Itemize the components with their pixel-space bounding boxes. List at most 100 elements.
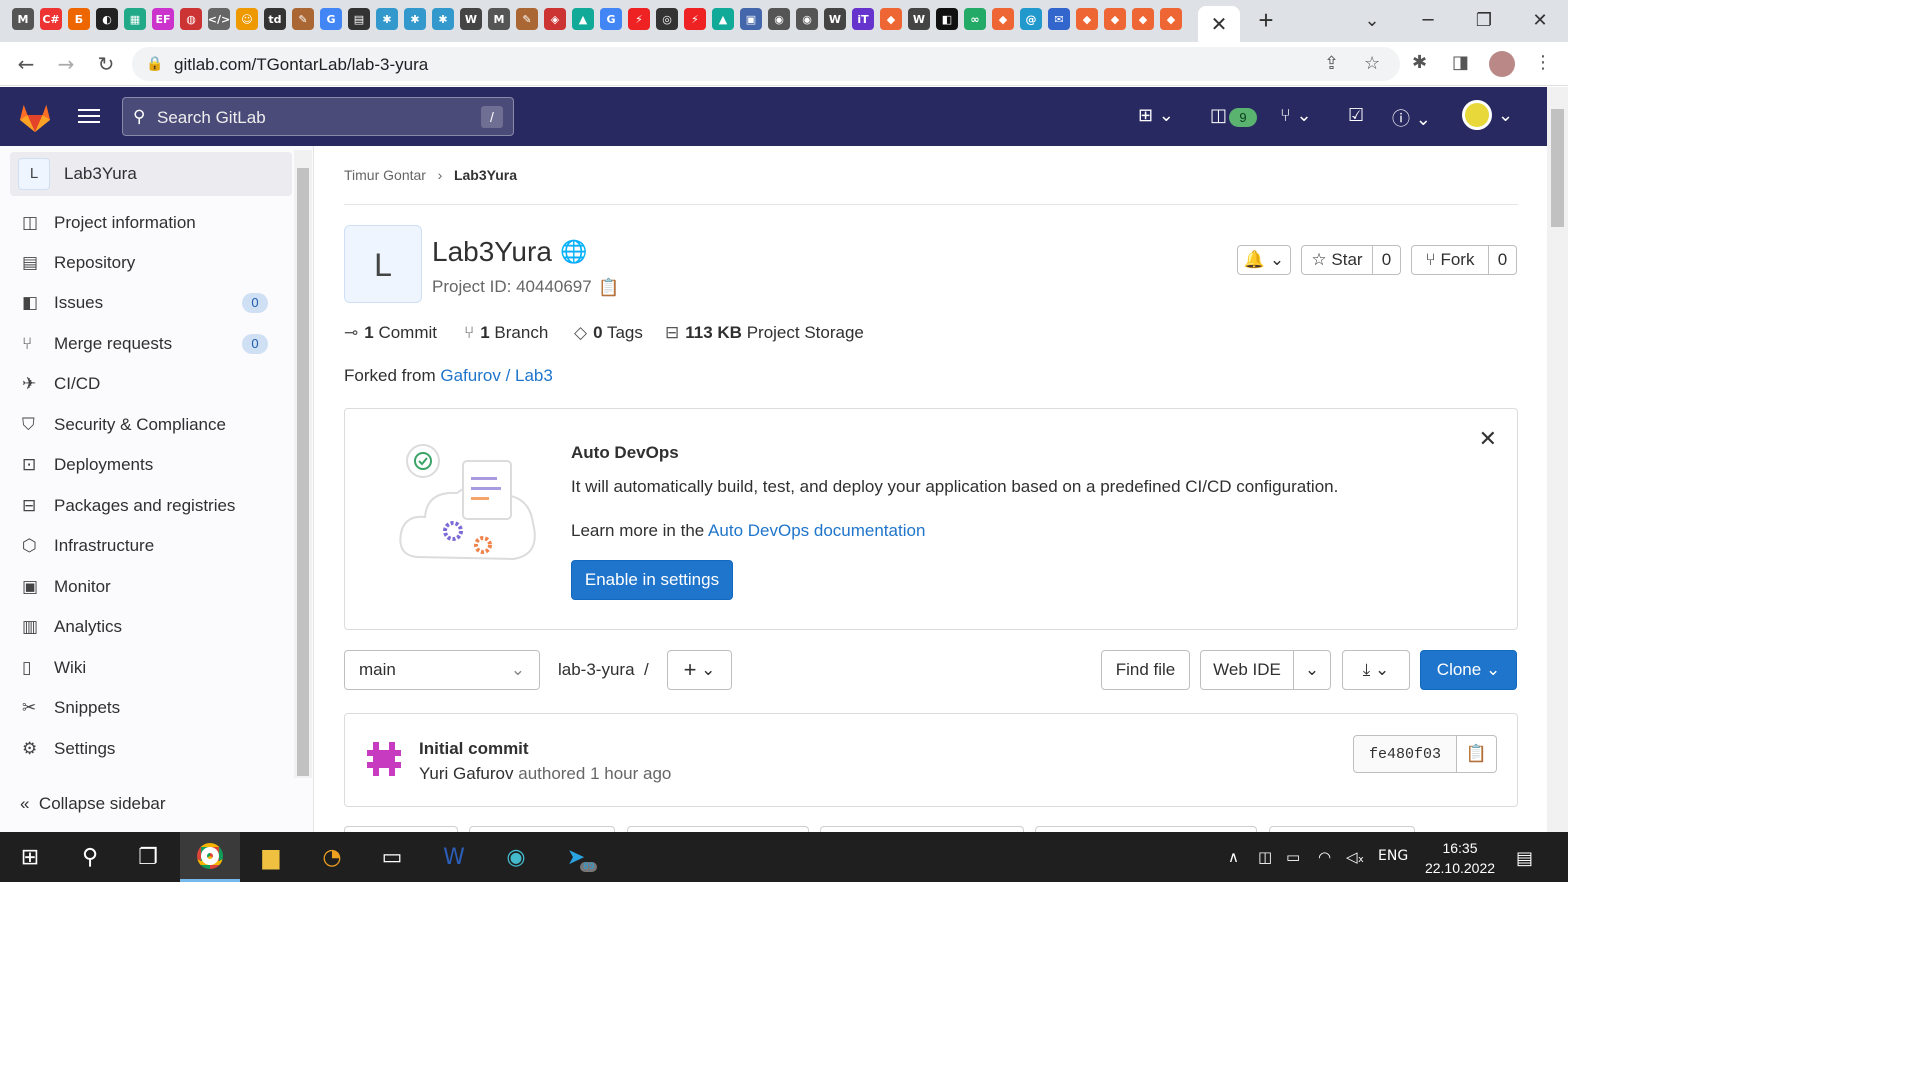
tray-app-icon[interactable]: ◫ — [1258, 848, 1272, 866]
todos-icon[interactable]: ☑ — [1348, 105, 1364, 126]
tab-favicon-icon[interactable]: ◆ — [1076, 8, 1098, 30]
address-bar[interactable]: 🔒 gitlab.com/TGontarLab/lab-3-yura ⇪ ☆ — [132, 47, 1400, 81]
notifications-icon[interactable]: ▤ — [1516, 848, 1533, 869]
auto-devops-docs-link[interactable]: Auto DevOps documentation — [708, 521, 925, 540]
close-window-button[interactable]: ✕ — [1520, 6, 1560, 34]
tab-favicon-icon[interactable]: ◆ — [1132, 8, 1154, 30]
tab-favicon-icon[interactable]: </> — [208, 8, 230, 30]
file-explorer-icon[interactable]: ▆ — [241, 832, 301, 882]
tab-favicon-icon[interactable]: ▦ — [124, 8, 146, 30]
main-menu-icon[interactable] — [78, 105, 100, 125]
tab-favicon-icon[interactable]: ▲ — [572, 8, 594, 30]
star-count[interactable]: 0 — [1372, 245, 1401, 275]
commit-title[interactable]: Initial commit — [419, 739, 529, 759]
sidebar-item-analytics[interactable]: ▥ Analytics — [22, 612, 278, 642]
close-tab-icon[interactable]: ✕ — [1211, 12, 1228, 37]
search-input[interactable]: ⚲ Search GitLab / — [122, 97, 514, 136]
app-icon[interactable]: ◉ — [486, 832, 546, 882]
side-panel-icon[interactable]: ◨ — [1452, 52, 1469, 73]
new-tab-button[interactable]: + — [1252, 5, 1280, 35]
sidebar-item-ci-cd[interactable]: ✈ CI/CD — [22, 369, 278, 399]
star-button[interactable]: ☆ Star — [1301, 245, 1373, 275]
copy-sha-icon[interactable]: 📋 — [1457, 735, 1497, 773]
sidebar-item-project-information[interactable]: ◫ Project information — [22, 208, 278, 238]
tab-favicon-icon[interactable]: ◍ — [180, 8, 202, 30]
tab-favicon-icon[interactable]: W — [460, 8, 482, 30]
breadcrumb-project[interactable]: Lab3Yura — [454, 167, 517, 183]
active-tab[interactable]: ✕ — [1198, 6, 1240, 42]
telegram-icon[interactable]: ➤ 89 — [546, 832, 606, 882]
merge-requests-count-badge[interactable]: 9 — [1229, 108, 1257, 127]
minimize-button[interactable]: ─ — [1408, 6, 1448, 34]
sidebar-project-name[interactable]: Lab3Yura — [64, 164, 137, 184]
sidebar-item-packages-and-registries[interactable]: ⊟ Packages and registries — [22, 491, 278, 521]
tab-favicon-icon[interactable]: ◆ — [880, 8, 902, 30]
tab-favicon-icon[interactable]: G — [320, 8, 342, 30]
tab-favicon-icon[interactable]: ◆ — [1104, 8, 1126, 30]
volume-icon[interactable]: ◁ₓ — [1346, 848, 1364, 866]
tab-favicon-icon[interactable]: ✱ — [404, 8, 426, 30]
tab-favicon-icon[interactable]: td — [264, 8, 286, 30]
tab-favicon-icon[interactable]: ▲ — [712, 8, 734, 30]
enable-in-settings-button[interactable]: Enable in settings — [571, 560, 733, 600]
close-icon[interactable]: ✕ — [1479, 427, 1497, 452]
tab-favicon-icon[interactable]: iT — [852, 8, 874, 30]
bookmark-star-icon[interactable]: ☆ — [1364, 53, 1380, 74]
tab-favicon-icon[interactable]: ◐ — [96, 8, 118, 30]
tab-favicon-icon[interactable]: ◧ — [936, 8, 958, 30]
tab-favicon-icon[interactable]: ⚡ — [628, 8, 650, 30]
sidebar-item-monitor[interactable]: ▣ Monitor — [22, 572, 278, 602]
back-button[interactable]: ← — [12, 50, 40, 78]
tab-search-icon[interactable]: ⌄ — [1352, 6, 1392, 34]
help-icon[interactable]: ⓘ ⌄ — [1392, 105, 1431, 131]
tab-favicon-icon[interactable]: ◉ — [796, 8, 818, 30]
sidebar-item-repository[interactable]: ▤ Repository — [22, 248, 278, 278]
user-avatar[interactable] — [1462, 100, 1492, 130]
profile-avatar[interactable] — [1489, 51, 1515, 77]
tab-favicon-icon[interactable]: G — [600, 8, 622, 30]
tab-favicon-icon[interactable]: ◈ — [544, 8, 566, 30]
tab-favicon-icon[interactable]: ∞ — [964, 8, 986, 30]
tab-favicon-icon[interactable]: ◆ — [992, 8, 1014, 30]
tab-favicon-icon[interactable]: ▣ — [740, 8, 762, 30]
forward-button[interactable]: → — [52, 50, 80, 78]
commit-author[interactable]: Yuri Gafurov — [419, 764, 514, 783]
tab-favicon-icon[interactable]: ✱ — [376, 8, 398, 30]
battery-icon[interactable]: ▭ — [1286, 848, 1300, 866]
merge-requests-icon[interactable]: ⑂ ⌄ — [1280, 105, 1312, 126]
extensions-icon[interactable]: ✱ — [1412, 52, 1427, 73]
collapse-sidebar-button[interactable]: « Collapse sidebar — [20, 794, 166, 814]
url-text[interactable]: gitlab.com/TGontarLab/lab-3-yura — [174, 55, 428, 75]
page-scrollbar[interactable] — [1547, 87, 1568, 832]
create-new-icon[interactable]: ⊞ ⌄ — [1138, 105, 1174, 126]
language-indicator[interactable]: ENG — [1378, 848, 1408, 864]
task-view-icon[interactable]: ❐ — [118, 832, 178, 882]
tab-favicon-icon[interactable]: M — [488, 8, 510, 30]
issues-icon[interactable]: ◫ — [1210, 105, 1227, 126]
sidebar-item-security-compliance[interactable]: ⛉ Security & Compliance — [22, 410, 278, 440]
forked-from-link[interactable]: Gafurov / Lab3 — [440, 366, 552, 385]
tray-chevron-icon[interactable]: ∧ — [1228, 848, 1239, 866]
sidebar-item-infrastructure[interactable]: ⬡ Infrastructure — [22, 531, 278, 561]
sidebar-item-deployments[interactable]: ⊡ Deployments — [22, 450, 278, 480]
clock[interactable]: 16:35 22.10.2022 — [1420, 838, 1500, 878]
clone-button[interactable]: Clone ⌄ — [1420, 650, 1517, 690]
app-icon[interactable]: ◔ — [302, 832, 362, 882]
web-ide-dropdown-button[interactable]: ⌄ — [1293, 650, 1331, 690]
sidebar-item-merge-requests[interactable]: ⑂ Merge requests 0 — [22, 329, 278, 359]
fork-button[interactable]: ⑂ Fork — [1411, 245, 1489, 275]
tab-favicon-icon[interactable]: ✉ — [1048, 8, 1070, 30]
user-menu-chevron-icon[interactable]: ⌄ — [1498, 105, 1513, 126]
sidebar-item-issues[interactable]: ◧ Issues 0 — [22, 288, 278, 318]
download-button[interactable]: ⤓ ⌄ — [1342, 650, 1410, 690]
tab-favicon-icon[interactable]: ◆ — [1160, 8, 1182, 30]
tab-favicon-icon[interactable]: @ — [1020, 8, 1042, 30]
reload-button[interactable]: ↻ — [92, 50, 120, 78]
lock-icon[interactable]: 🔒 — [146, 55, 163, 72]
tab-favicon-icon[interactable]: W — [908, 8, 930, 30]
fork-count[interactable]: 0 — [1488, 245, 1517, 275]
chrome-icon[interactable] — [180, 832, 240, 882]
author-avatar[interactable] — [365, 740, 403, 778]
sidebar-item-settings[interactable]: ⚙ Settings — [22, 734, 278, 764]
tab-favicon-icon[interactable]: EF — [152, 8, 174, 30]
